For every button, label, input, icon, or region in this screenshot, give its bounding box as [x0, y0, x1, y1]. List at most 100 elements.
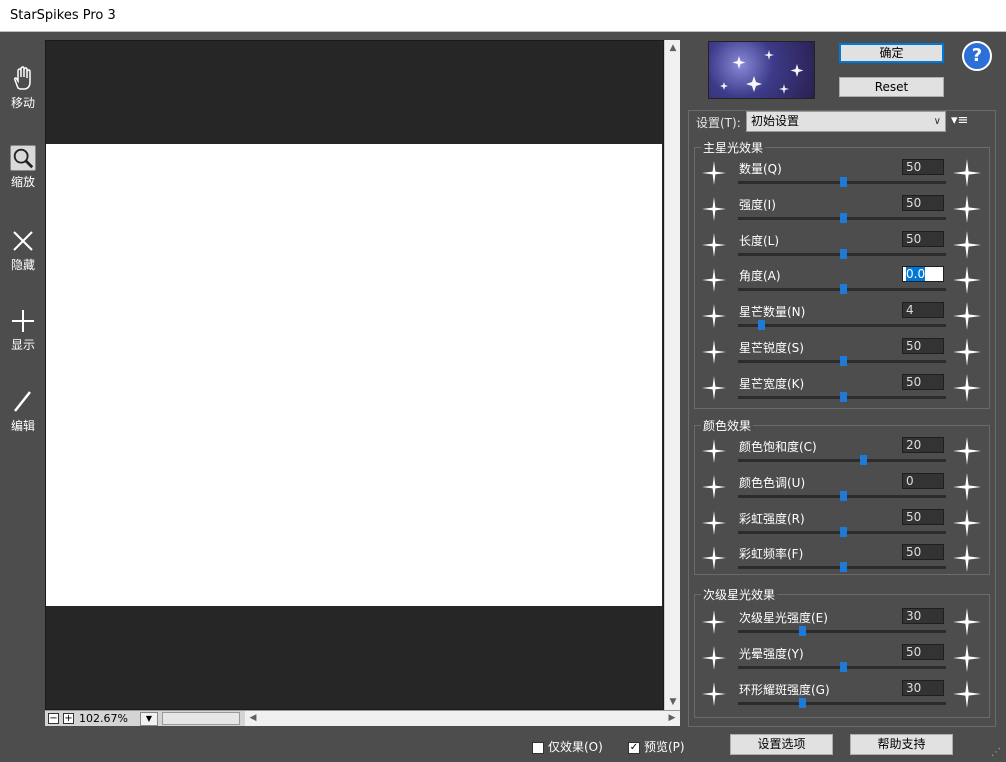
- show-tool[interactable]: 显示: [4, 308, 42, 353]
- hide-tool[interactable]: 隐藏: [4, 228, 42, 273]
- slider-thumb[interactable]: [840, 249, 847, 259]
- effect-thumbnail: [708, 41, 815, 99]
- slider-value-input[interactable]: 50: [902, 644, 944, 660]
- slider-track[interactable]: [738, 630, 946, 633]
- effect-only-box[interactable]: [532, 741, 544, 754]
- slider-value-text: 30: [906, 609, 922, 623]
- slider-thumb[interactable]: [799, 626, 807, 636]
- slider-value-input[interactable]: 30: [902, 680, 944, 696]
- slider-value-text: 50: [906, 545, 922, 559]
- star-max-icon: [953, 608, 981, 636]
- slider-value-input[interactable]: 50: [902, 231, 944, 247]
- ok-button[interactable]: 确定: [839, 43, 944, 63]
- effect-only-checkbox[interactable]: 仅效果(O): [532, 738, 603, 755]
- slider-value-input[interactable]: 4: [902, 302, 944, 318]
- preview-checkbox[interactable]: ✓ 预览(P): [628, 738, 685, 755]
- scroll-up-icon[interactable]: ▲: [665, 40, 681, 56]
- slider-row: 光晕强度(Y) 50: [696, 641, 992, 677]
- menu-icon[interactable]: ▾≡: [951, 113, 968, 128]
- star-min-icon: [702, 197, 726, 221]
- slider-thumb[interactable]: [799, 698, 807, 708]
- slider-thumb[interactable]: [840, 356, 847, 366]
- slider-value-input[interactable]: 50: [902, 159, 944, 175]
- secondary-star-group-title: 次级星光效果: [701, 586, 778, 603]
- help-icon[interactable]: ?: [962, 41, 992, 71]
- slider-thumb[interactable]: [840, 662, 847, 672]
- scroll-right-icon[interactable]: ▶: [664, 711, 680, 726]
- slider-label: 次级星光强度(E): [739, 611, 828, 625]
- star-min-icon: [702, 439, 726, 463]
- star-max-icon: [953, 374, 981, 402]
- slider-value-input[interactable]: 50: [902, 195, 944, 211]
- hide-tool-label: 隐藏: [10, 258, 35, 272]
- slider-row: 星芒数量(N) 4: [696, 299, 992, 335]
- zoom-in-button[interactable]: +: [63, 713, 74, 724]
- zoom-out-button[interactable]: −: [48, 713, 59, 724]
- slider-row: 颜色饱和度(C) 20: [696, 434, 992, 470]
- slider-thumb[interactable]: [840, 284, 847, 294]
- slider-label: 光晕强度(Y): [739, 647, 804, 661]
- star-max-icon: [953, 644, 981, 672]
- slider-value-input[interactable]: 0.0: [902, 266, 944, 282]
- slider-thumb[interactable]: [840, 392, 847, 402]
- preview-label: 预览(P): [644, 740, 685, 754]
- star-min-icon: [702, 376, 726, 400]
- slider-track[interactable]: [738, 459, 946, 462]
- vertical-scrollbar[interactable]: ▲ ▼: [664, 40, 680, 710]
- slider-row: 颜色色调(U) 0: [696, 470, 992, 506]
- slider-value-text: 50: [906, 645, 922, 659]
- slider-row: 角度(A) 0.0: [696, 263, 992, 299]
- star-min-icon: [702, 304, 726, 328]
- star-min-icon: [702, 233, 726, 257]
- star-max-icon: [953, 509, 981, 537]
- slider-row: 长度(L) 50: [696, 228, 992, 264]
- slider-thumb[interactable]: [860, 455, 868, 465]
- slider-thumb[interactable]: [840, 491, 847, 501]
- slider-value-input[interactable]: 20: [902, 437, 944, 453]
- slider-value-input[interactable]: 50: [902, 374, 944, 390]
- star-min-icon: [702, 646, 726, 670]
- star-max-icon: [953, 231, 981, 259]
- star-min-icon: [702, 161, 726, 185]
- scroll-down-icon[interactable]: ▼: [665, 694, 681, 710]
- slider-value-input[interactable]: 50: [902, 544, 944, 560]
- zoom-bar: − + 102.67% ▼ ◀ ▶: [45, 710, 680, 726]
- slider-track[interactable]: [738, 702, 946, 705]
- slider-value-input[interactable]: 50: [902, 509, 944, 525]
- preview-box[interactable]: ✓: [628, 741, 640, 754]
- slider-thumb[interactable]: [840, 177, 847, 187]
- slider-thumb[interactable]: [840, 213, 847, 223]
- slider-label: 星芒锐度(S): [739, 341, 804, 355]
- slider-thumb[interactable]: [840, 562, 847, 572]
- image-preview[interactable]: [46, 144, 662, 606]
- move-tool[interactable]: 移动: [4, 66, 42, 111]
- slider-track[interactable]: [738, 324, 946, 327]
- scroll-left-icon[interactable]: ◀: [245, 711, 261, 726]
- star-min-icon: [702, 610, 726, 634]
- horizontal-scrollbar[interactable]: ◀ ▶: [245, 711, 680, 726]
- slider-value-text: 50: [906, 375, 922, 389]
- resize-grip-icon[interactable]: ⋰: [991, 747, 1003, 759]
- pencil-icon: [14, 391, 31, 412]
- slider-value-input[interactable]: 30: [902, 608, 944, 624]
- settings-options-button[interactable]: 设置选项: [730, 734, 833, 755]
- slider-row: 星芒宽度(K) 50: [696, 371, 992, 407]
- chevron-down-icon: ∨: [933, 116, 941, 127]
- slider-row: 彩虹频率(F) 50: [696, 541, 992, 577]
- show-tool-label: 显示: [10, 338, 35, 352]
- star-max-icon: [953, 338, 981, 366]
- star-max-icon: [953, 544, 981, 572]
- zoom-slider[interactable]: [162, 712, 240, 725]
- slider-thumb[interactable]: [758, 320, 766, 330]
- help-support-button[interactable]: 帮助支持: [850, 734, 953, 755]
- slider-value-input[interactable]: 0: [902, 473, 944, 489]
- zoom-tool[interactable]: 缩放: [4, 145, 42, 190]
- slider-label: 角度(A): [739, 269, 781, 283]
- color-group-title: 颜色效果: [701, 417, 754, 434]
- slider-thumb[interactable]: [840, 527, 847, 537]
- zoom-dropdown-button[interactable]: ▼: [140, 712, 158, 726]
- preset-select[interactable]: 初始设置 ∨: [746, 111, 946, 132]
- edit-tool[interactable]: 编辑: [4, 389, 42, 434]
- reset-button[interactable]: Reset: [839, 77, 944, 97]
- slider-value-input[interactable]: 50: [902, 338, 944, 354]
